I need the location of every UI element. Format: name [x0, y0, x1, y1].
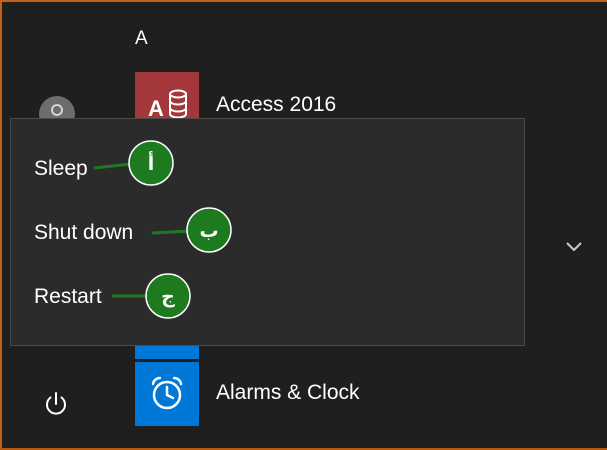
sleep-label: Sleep [34, 157, 88, 180]
access-app-label[interactable]: Access 2016 [216, 93, 336, 117]
partially-hidden-tile [135, 345, 199, 359]
restart-label: Restart [34, 285, 102, 308]
shut-down-label: Shut down [34, 221, 134, 244]
power-options-menu: Sleep Shut down Restart [10, 118, 525, 346]
start-menu: A A Access 2016 Alarms & Clock Sleep Shu… [0, 0, 607, 448]
restart-menu-item[interactable]: Restart [11, 272, 524, 322]
alarms-clock-app-label[interactable]: Alarms & Clock [216, 381, 360, 405]
letter-header[interactable]: A [135, 28, 148, 50]
alarms-clock-app-tile[interactable] [135, 362, 199, 426]
power-icon[interactable] [40, 388, 72, 420]
sleep-menu-item[interactable]: Sleep [11, 144, 524, 194]
shut-down-menu-item[interactable]: Shut down [11, 208, 524, 258]
chevron-down-icon[interactable] [565, 240, 583, 254]
alarm-clock-icon [151, 376, 183, 410]
